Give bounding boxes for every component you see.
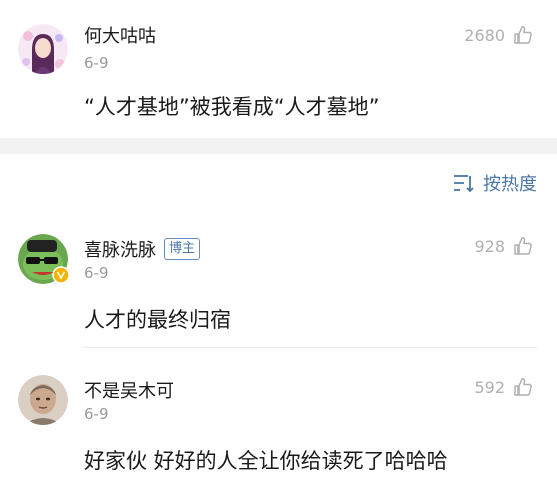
- section-separator: [0, 138, 557, 154]
- comment-author-name[interactable]: 何大咕咕: [84, 26, 156, 47]
- comment-date: 6-9: [84, 264, 109, 282]
- thumbs-up-icon: [514, 378, 532, 396]
- comment-author[interactable]: 何大咕咕: [84, 22, 156, 48]
- comment-author-name[interactable]: 不是吴木可: [84, 381, 174, 402]
- like-count: 2680: [464, 25, 505, 45]
- comment-author-name[interactable]: 喜脉洗脉: [84, 240, 156, 261]
- comment-date: 6-9: [84, 405, 109, 423]
- verified-badge-icon: [52, 266, 70, 284]
- comment-divider: [84, 347, 537, 348]
- comment-text: 好家伙 好好的人全让你给读死了哈哈哈: [84, 449, 448, 473]
- avatar[interactable]: [18, 375, 68, 425]
- like-count: 592: [474, 377, 505, 397]
- comment-author[interactable]: 不是吴木可: [84, 377, 174, 403]
- like-button[interactable]: 928: [474, 236, 533, 256]
- comment-text: 人才的最终归宿: [84, 308, 231, 332]
- comment-text: “人才基地”被我看成“人才墓地”: [84, 95, 380, 119]
- sort-toggle[interactable]: 按热度: [453, 170, 537, 196]
- avatar-image: [18, 24, 68, 74]
- like-button[interactable]: 592: [474, 377, 533, 397]
- blogger-badge: 博主: [164, 238, 201, 260]
- sort-icon: [454, 175, 474, 193]
- thumbs-up-icon: [514, 237, 532, 255]
- sort-label: 按热度: [483, 174, 537, 195]
- like-button[interactable]: 2680: [464, 25, 533, 45]
- avatar-image: [18, 375, 68, 425]
- thumbs-up-icon: [514, 26, 532, 44]
- like-count: 928: [474, 236, 505, 256]
- comment-author[interactable]: 喜脉洗脉 博主: [84, 236, 201, 262]
- comment-date: 6-9: [84, 54, 109, 72]
- avatar[interactable]: [18, 24, 68, 74]
- comment-item: 何大咕咕 6-9 2680 “人才基地”被我看成“人才墓地”: [0, 0, 557, 138]
